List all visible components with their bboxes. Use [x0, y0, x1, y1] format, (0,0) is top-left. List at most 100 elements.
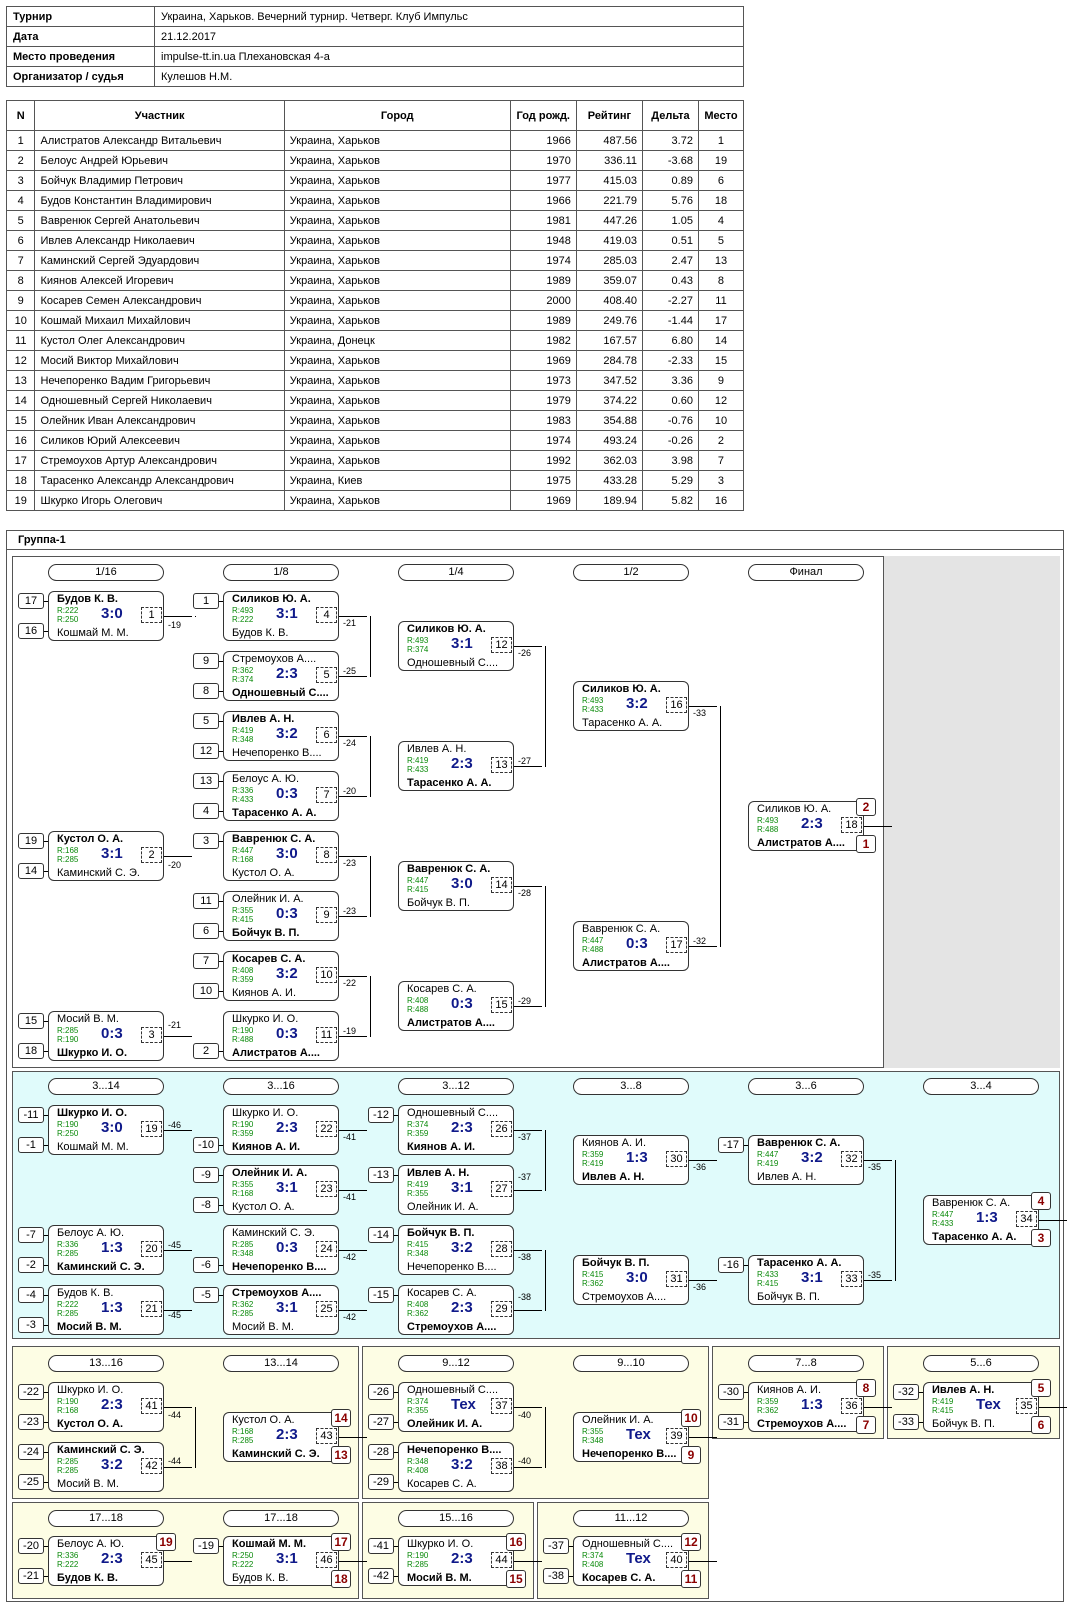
match-player-1: Одношевный С.... [582, 1538, 674, 1550]
match-player-2: Ивлев А. Н. [757, 1171, 817, 1183]
match-rating-1: R:190 [57, 1120, 79, 1129]
match-player-1: Белоус А. Ю. [232, 773, 300, 785]
bracket-join-line [195, 616, 196, 617]
player-cell: 9 [697, 370, 745, 391]
player-cell: 1969 [509, 350, 577, 371]
seed-box: -9 [193, 1167, 219, 1183]
seed-box: -37 [543, 1538, 569, 1554]
match-number: 5 [316, 667, 337, 683]
player-cell: 12 [5, 350, 36, 371]
match-rating-1: R:222 [57, 1300, 79, 1309]
connector-line [339, 676, 367, 677]
players-table: N Участник Город Год рожд. Рейтинг Дельта Мест… [5, 100, 745, 511]
info-value: Кулешов Н.М. [154, 66, 744, 87]
match-player-2: Мосий В. М. [407, 1572, 472, 1584]
loser-ref-label: -19 [343, 1026, 357, 1036]
match-number: 23 [316, 1181, 337, 1197]
player-cell: Олейник Иван Александрович [34, 410, 285, 431]
player-cell: 9 [5, 290, 36, 311]
match-number: 4 [316, 607, 337, 623]
player-cell: 4 [5, 190, 36, 211]
match-player-1: Мосий В. М. [57, 1013, 119, 1025]
match-rating-1: R:355 [232, 906, 254, 915]
group-title: Группа-1 [6, 532, 1064, 550]
match-rating-1: R:190 [232, 1026, 254, 1035]
match-player-2: Будов К. В. [232, 627, 289, 639]
seed-box: -42 [368, 1568, 394, 1584]
seed-box: 15 [18, 1013, 44, 1029]
loser-ref-label: -35 [868, 1270, 882, 1280]
match-number: 37 [491, 1398, 512, 1414]
match-score: Тех [626, 1550, 651, 1567]
loser-ref-label: -42 [343, 1312, 357, 1322]
connector-line [164, 1407, 192, 1408]
round-label: 1/16 [48, 564, 164, 581]
match-number: 42 [141, 1458, 162, 1474]
seed-box: -11 [18, 1107, 44, 1123]
player-cell: -3.68 [641, 150, 699, 171]
match-score: 1:3 [101, 1239, 123, 1256]
match-box: Стремоухов А.... Одношевный С.... R:362 R:3… [223, 651, 339, 701]
match-rating-2: R:408 [407, 1466, 429, 1475]
match-player-2: Тарасенко А. А. [407, 777, 492, 789]
match-box: Вавренюк С. А. Кустол О. А. R:447 R:168 3:0 8 [223, 831, 339, 881]
player-cell: 6.80 [641, 330, 699, 351]
player-cell: Украина, Харьков [283, 370, 511, 391]
players-header-cell: Город [283, 100, 511, 131]
players-header-cell: Год рожд. [509, 100, 577, 131]
match-score: Тех [451, 1396, 476, 1413]
player-cell: Каминский Сергей Эдуардович [34, 250, 285, 271]
match-player-1: Одношевный С.... [407, 1107, 499, 1119]
match-box: Шкурко И. О. Мосий В. М. R:190 R:285 2:3 44 [398, 1536, 514, 1586]
info-row: Турнир Украина, Харьков. Вечерний турнир.… [6, 6, 744, 27]
player-cell: 1974 [509, 430, 577, 451]
round-label: 3...8 [573, 1078, 689, 1095]
round-label: 5...6 [923, 1355, 1039, 1372]
player-cell: 11 [5, 330, 36, 351]
match-rating-2: R:222 [232, 615, 254, 624]
match-player-1: Вавренюк С. А. [932, 1197, 1011, 1209]
final-place-badge: 16 [506, 1533, 526, 1551]
match-rating-1: R:408 [407, 996, 429, 1005]
match-player-2: Нечепоренко В.... [232, 1261, 327, 1273]
connector-line [339, 616, 367, 617]
match-score: 1:3 [801, 1396, 823, 1413]
player-cell: Украина, Харьков [283, 310, 511, 331]
match-number: 43 [316, 1428, 337, 1444]
match-score: 0:3 [451, 995, 473, 1012]
loser-ref-label: -23 [343, 858, 357, 868]
match-number: 33 [841, 1271, 862, 1287]
match-rating-1: R:415 [582, 1270, 604, 1279]
loser-ref-label: -22 [343, 978, 357, 988]
player-cell: 359.07 [575, 270, 643, 291]
player-row: 17 Стремоухов Артур Александрович Украина,… [5, 450, 745, 471]
seed-box: -26 [368, 1384, 394, 1400]
connector-line [339, 1190, 367, 1191]
match-rating-2: R:285 [57, 1466, 79, 1475]
player-row: 3 Бойчук Владимир Петрович Украина, Харько… [5, 170, 745, 191]
match-player-1: Белоус А. Ю. [57, 1227, 125, 1239]
match-box: Ивлев А. Н. Бойчук В. П. R:419 R:415 Тех 35 [923, 1382, 1039, 1432]
match-score: 3:0 [101, 605, 123, 622]
player-cell: Алистратов Александр Витальевич [34, 130, 285, 151]
player-cell: 1 [697, 130, 745, 151]
player-cell: 8 [697, 270, 745, 291]
final-place-badge: 3 [1031, 1229, 1051, 1247]
connector-line [164, 616, 192, 617]
info-key: Организатор / судья [6, 66, 155, 87]
match-box: Каминский С. Э. Нечепоренко В.... R:285 R:3… [223, 1225, 339, 1275]
match-box: Белоус А. Ю. Будов К. В. R:336 R:222 2:3 45 [48, 1536, 164, 1586]
seed-box: 6 [193, 923, 219, 939]
player-cell: 16 [5, 430, 36, 451]
match-box: Силиков Ю. А. Тарасенко А. А. R:493 R:433 3:… [573, 681, 689, 731]
match-number: 41 [141, 1398, 162, 1414]
connector-line [514, 1130, 542, 1131]
match-box: Ивлев А. Н. Олейник И. А. R:419 R:355 3:1 27 [398, 1165, 514, 1215]
match-number: 25 [316, 1301, 337, 1317]
match-player-2: Косарев С. А. [407, 1478, 477, 1490]
player-cell: 447.26 [575, 210, 643, 231]
match-player-1: Киянов А. И. [582, 1137, 647, 1149]
player-cell: 0.43 [641, 270, 699, 291]
match-player-1: Косарев С. А. [232, 953, 306, 965]
loser-ref-label: -21 [168, 1020, 182, 1030]
